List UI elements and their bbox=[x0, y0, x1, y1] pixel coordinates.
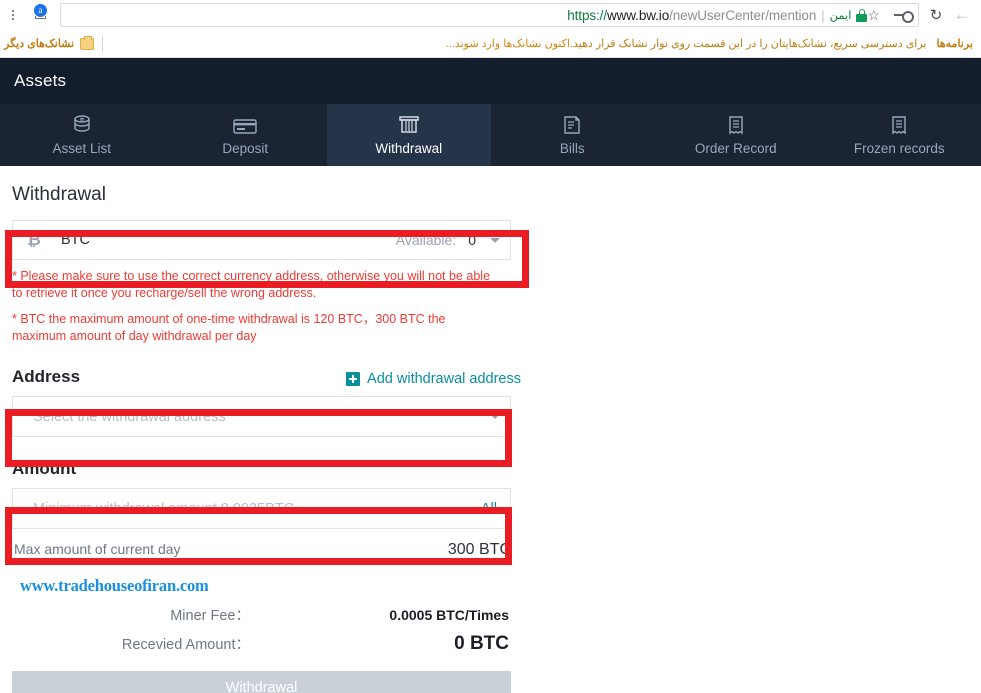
max-amount-label: Max amount of current day bbox=[14, 541, 181, 557]
plus-square-icon bbox=[346, 372, 361, 386]
watermark: www.tradehouseofiran.com bbox=[20, 576, 209, 595]
lock-icon[interactable] bbox=[856, 8, 868, 22]
coins-stack-icon bbox=[70, 114, 94, 136]
tab-order-record-label: Order Record bbox=[694, 141, 777, 156]
currency-select[interactable]: ₿ BTC Available: 0 bbox=[12, 220, 511, 260]
tab-asset-list-label: Asset List bbox=[52, 141, 112, 156]
amount-input[interactable]: Minimum withdrawal amount 0.0025BTC All bbox=[12, 488, 511, 529]
url-scheme: https:// bbox=[567, 7, 607, 23]
amount-label-row: Amount bbox=[12, 459, 523, 479]
bookmarks-import-link[interactable]: اکنون نشانک‌ها وارد شوند... bbox=[446, 37, 570, 50]
miner-fee-value: 0.0005 BTC/Times bbox=[389, 607, 509, 623]
tab-deposit[interactable]: Deposit bbox=[164, 104, 328, 166]
key-icon[interactable] bbox=[894, 10, 914, 23]
browser-chrome: a ☆ https://www.bw.io/newUserCenter/ment… bbox=[0, 0, 981, 58]
omnibar-row: a ☆ https://www.bw.io/newUserCenter/ment… bbox=[0, 0, 981, 30]
extension-stand bbox=[35, 16, 46, 19]
withdrawal-content: Withdrawal ₿ BTC Available: 0 * Please m… bbox=[0, 184, 981, 693]
warning-currency-address: * Please make sure to use the correct cu… bbox=[12, 269, 491, 300]
bookmark-apps-button[interactable]: برنامه‌ها bbox=[937, 37, 974, 50]
secure-label: ایمن bbox=[829, 10, 852, 22]
extension-badge-icon[interactable]: a bbox=[28, 3, 54, 27]
url-host: www.bw.io bbox=[606, 7, 670, 23]
address-label: Address bbox=[12, 367, 81, 386]
credit-card-icon bbox=[232, 114, 258, 136]
url-text: https://www.bw.io/newUserCenter/mention bbox=[567, 8, 816, 23]
address-select[interactable]: Select the withdrawal address bbox=[12, 396, 511, 437]
address-placeholder: Select the withdrawal address bbox=[33, 408, 226, 425]
chevron-down-icon[interactable] bbox=[490, 237, 500, 243]
max-amount-value: 300 BTC bbox=[447, 541, 511, 558]
currency-code: BTC bbox=[61, 232, 90, 248]
tab-withdrawal-label: Withdrawal bbox=[375, 141, 443, 156]
withdrawal-column: Withdrawal ₿ BTC Available: 0 * Please m… bbox=[0, 184, 521, 693]
miner-fee-label: Miner Fee： bbox=[170, 608, 250, 624]
tab-withdrawal[interactable]: Withdrawal bbox=[327, 104, 491, 166]
back-arrow-icon: ← bbox=[953, 5, 971, 24]
reload-icon: ↻ bbox=[929, 7, 943, 24]
tab-bills[interactable]: Bills bbox=[491, 104, 655, 166]
tab-bills-label: Bills bbox=[559, 141, 585, 156]
tab-frozen-records[interactable]: Frozen records bbox=[818, 104, 981, 166]
page-title: Assets bbox=[14, 71, 67, 90]
tab-bar: Asset List Deposit Withdrawal Bills Orde… bbox=[0, 104, 981, 166]
tab-order-record[interactable]: Order Record bbox=[654, 104, 818, 166]
bitcoin-icon: ₿ bbox=[27, 230, 41, 249]
bookmarks-bar: برنامه‌ها برای دسترسی سریع، نشانک‌هایتان… bbox=[0, 30, 981, 58]
received-amount-value: 0 BTC bbox=[454, 633, 509, 654]
back-button[interactable]: ← bbox=[949, 2, 975, 28]
chevron-down-icon[interactable] bbox=[490, 414, 500, 419]
omnibar-left-icons: ☆ bbox=[867, 8, 914, 23]
folder-icon[interactable] bbox=[80, 35, 95, 50]
url-field[interactable]: ☆ https://www.bw.io/newUserCenter/mentio… bbox=[60, 3, 919, 27]
received-amount-label: Recevied Amount： bbox=[121, 637, 250, 653]
max-amount-row: Max amount of current day 300 BTC bbox=[12, 541, 511, 559]
star-icon[interactable]: ☆ bbox=[867, 8, 880, 22]
reload-button[interactable]: ↻ bbox=[923, 2, 949, 28]
available-label: Available: bbox=[395, 232, 457, 248]
received-amount-row: Recevied Amount： 0 BTC bbox=[12, 633, 511, 655]
miner-fee-row: Miner Fee： 0.0005 BTC/Times bbox=[12, 604, 511, 625]
withdrawal-submit-button[interactable]: Withdrawal bbox=[12, 671, 511, 693]
available-value: 0 bbox=[468, 232, 476, 248]
add-withdrawal-address-label: Add withdrawal address bbox=[367, 371, 521, 387]
tab-asset-list[interactable]: Asset List bbox=[0, 104, 164, 166]
omnibar-security-and-url: https://www.bw.io/newUserCenter/mention … bbox=[567, 7, 868, 23]
withdrawal-heading: Withdrawal bbox=[12, 184, 106, 205]
amount-placeholder: Minimum withdrawal amount 0.0025BTC bbox=[33, 500, 295, 517]
all-button[interactable]: All bbox=[481, 501, 500, 517]
bookmarks-divider bbox=[102, 35, 104, 52]
bookmarks-hint-text: برای دسترسی سریع، نشانک‌هایتان را در این… bbox=[569, 38, 927, 50]
other-bookmarks-button[interactable]: نشانک‌های دیگر bbox=[4, 37, 74, 50]
atm-machine-icon bbox=[398, 114, 420, 136]
receipt-icon bbox=[726, 114, 746, 136]
page-header: Assets bbox=[0, 58, 981, 104]
receipt-icon bbox=[889, 114, 909, 136]
tab-frozen-records-label: Frozen records bbox=[853, 141, 945, 156]
address-label-row: Address Add withdrawal address bbox=[12, 367, 523, 387]
url-path: /newUserCenter/mention bbox=[669, 7, 817, 23]
amount-label: Amount bbox=[12, 459, 77, 478]
add-withdrawal-address-button[interactable]: Add withdrawal address bbox=[346, 371, 523, 387]
kebab-menu-icon[interactable] bbox=[6, 4, 20, 26]
tab-deposit-label: Deposit bbox=[222, 141, 269, 156]
url-separator: | bbox=[821, 7, 825, 23]
warning-withdrawal-limits: * BTC the maximum amount of one-time wit… bbox=[12, 312, 446, 343]
bill-paper-icon bbox=[561, 114, 583, 136]
